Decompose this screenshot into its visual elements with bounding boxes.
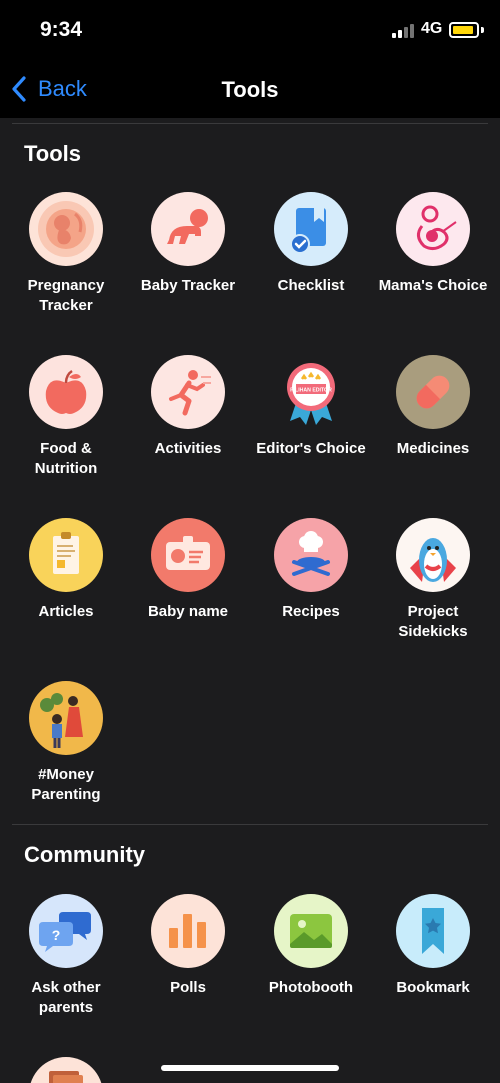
checklist-icon <box>274 192 348 266</box>
pill-icon <box>396 355 470 429</box>
tool-activities[interactable]: Activities <box>127 355 249 459</box>
tool-label: Mama's Choice <box>378 277 488 294</box>
community-label: Photobooth <box>268 979 354 996</box>
home-indicator[interactable] <box>161 1065 339 1071</box>
tool-mamas-choice[interactable]: Mama's Choice <box>372 192 494 296</box>
family-coins-icon <box>29 681 103 755</box>
bar-chart-icon <box>151 894 225 968</box>
community-label: Bookmark <box>396 979 470 996</box>
divider <box>12 123 488 124</box>
fetus-icon <box>29 192 103 266</box>
tool-food-nutrition[interactable]: Food & Nutrition <box>5 355 127 479</box>
tool-label: Activities <box>154 440 222 457</box>
community-bookmark[interactable]: Bookmark <box>372 894 494 998</box>
tool-label: Checklist <box>277 277 345 294</box>
tool-checklist[interactable]: Checklist <box>250 192 372 296</box>
tool-label: Baby name <box>147 603 229 620</box>
award-badge-icon: PILIHAN EDITOR <box>274 355 348 429</box>
tool-label: Medicines <box>396 440 470 457</box>
community-photobooth[interactable]: Photobooth <box>250 894 372 998</box>
battery-icon <box>449 22 479 38</box>
community-section-title: Community <box>24 842 145 867</box>
tools-section-title: Tools <box>24 141 82 166</box>
community-label: Ask other parents <box>31 979 101 1016</box>
community-next-item[interactable] <box>5 1057 127 1083</box>
divider <box>12 824 488 825</box>
photo-icon <box>274 894 348 968</box>
baby-id-card-icon <box>151 518 225 592</box>
tool-label: Articles <box>38 603 94 620</box>
tool-articles[interactable]: Articles <box>5 518 127 622</box>
community-polls[interactable]: Polls <box>127 894 249 998</box>
tool-project-sidekicks[interactable]: Project Sidekicks <box>372 518 494 642</box>
tool-label: Food & Nutrition <box>34 440 98 477</box>
tool-label: Pregnancy Tracker <box>27 277 105 314</box>
crawling-baby-icon <box>151 192 225 266</box>
running-person-icon <box>151 355 225 429</box>
photo-stack-icon <box>29 1057 103 1083</box>
community-ask-other-parents[interactable]: ? Ask other parents <box>5 894 127 1018</box>
community-label: Polls <box>170 979 206 996</box>
chat-bubbles-icon: ? <box>29 894 103 968</box>
status-time: 9:34 <box>40 18 83 41</box>
tool-baby-name[interactable]: Baby name <box>127 518 249 622</box>
mother-child-icon <box>396 192 470 266</box>
clipboard-icon <box>29 518 103 592</box>
battery-tip <box>481 27 484 33</box>
penguin-hero-icon <box>396 518 470 592</box>
tool-editors-choice[interactable]: PILIHAN EDITOR Editor's Choice <box>250 355 372 459</box>
status-bar: 9:34 4G <box>0 0 500 62</box>
page-title: Tools <box>221 77 279 102</box>
editor-badge-text: PILIHAN EDITOR <box>290 388 332 394</box>
cellular-signal-icon <box>392 24 414 38</box>
tool-label: Project Sidekicks <box>398 603 468 640</box>
tool-baby-tracker[interactable]: Baby Tracker <box>127 192 249 296</box>
tool-medicines[interactable]: Medicines <box>372 355 494 459</box>
chef-utensils-icon <box>274 518 348 592</box>
svg-text:?: ? <box>52 927 61 943</box>
apple-icon <box>29 355 103 429</box>
network-type: 4G <box>421 20 443 37</box>
tool-label: #Money Parenting <box>31 766 101 803</box>
nav-bar: Back Tools <box>0 62 500 118</box>
bookmark-icon <box>396 894 470 968</box>
tool-label: Recipes <box>282 603 340 620</box>
tool-label: Baby Tracker <box>140 277 236 294</box>
tool-label: Editor's Choice <box>256 440 366 457</box>
tool-recipes[interactable]: Recipes <box>250 518 372 622</box>
tool-pregnancy-tracker[interactable]: Pregnancy Tracker <box>5 192 127 316</box>
tool-money-parenting[interactable]: #Money Parenting <box>5 681 127 805</box>
